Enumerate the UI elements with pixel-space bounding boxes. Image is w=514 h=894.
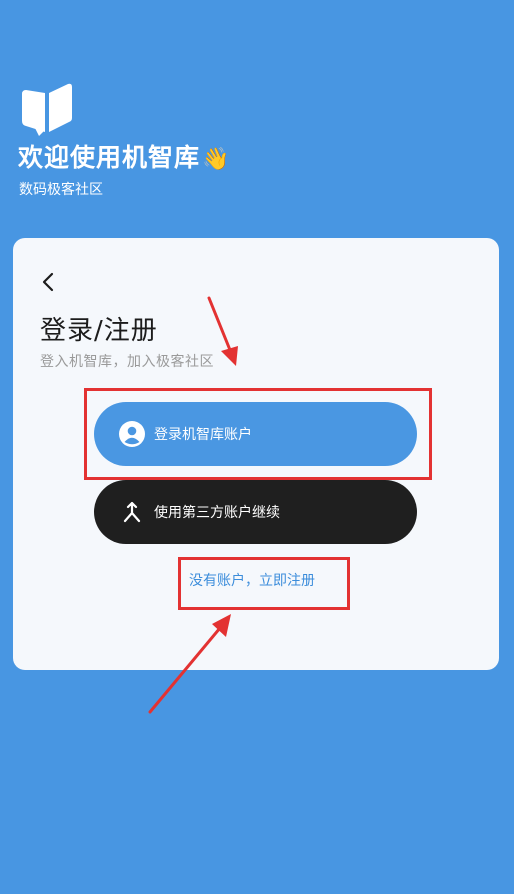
waving-hand-icon: 👋 (202, 147, 231, 172)
welcome-text: 欢迎使用机智库 (18, 143, 201, 172)
login-account-button[interactable]: 登录机智库账户 (94, 402, 417, 466)
app-logo-icon (22, 83, 72, 136)
third-party-button-label: 使用第三方账户继续 (154, 505, 280, 521)
merge-arrow-icon (119, 499, 145, 525)
welcome-subtitle: 数码极客社区 (19, 182, 103, 198)
third-party-login-button[interactable]: 使用第三方账户继续 (94, 480, 417, 544)
card-description: 登入机智库，加入极客社区 (40, 354, 214, 370)
login-card: 登录/注册 登入机智库，加入极客社区 登录机智库账户 使用第三方账户继续 没有账… (13, 238, 499, 670)
register-link[interactable]: 没有账户，立即注册 (189, 570, 315, 590)
user-circle-icon (119, 421, 145, 447)
welcome-heading: 欢迎使用机智库👋 (18, 138, 230, 174)
card-title: 登录/注册 (40, 316, 158, 346)
back-chevron-icon[interactable] (37, 270, 61, 294)
login-button-label: 登录机智库账户 (154, 427, 252, 443)
